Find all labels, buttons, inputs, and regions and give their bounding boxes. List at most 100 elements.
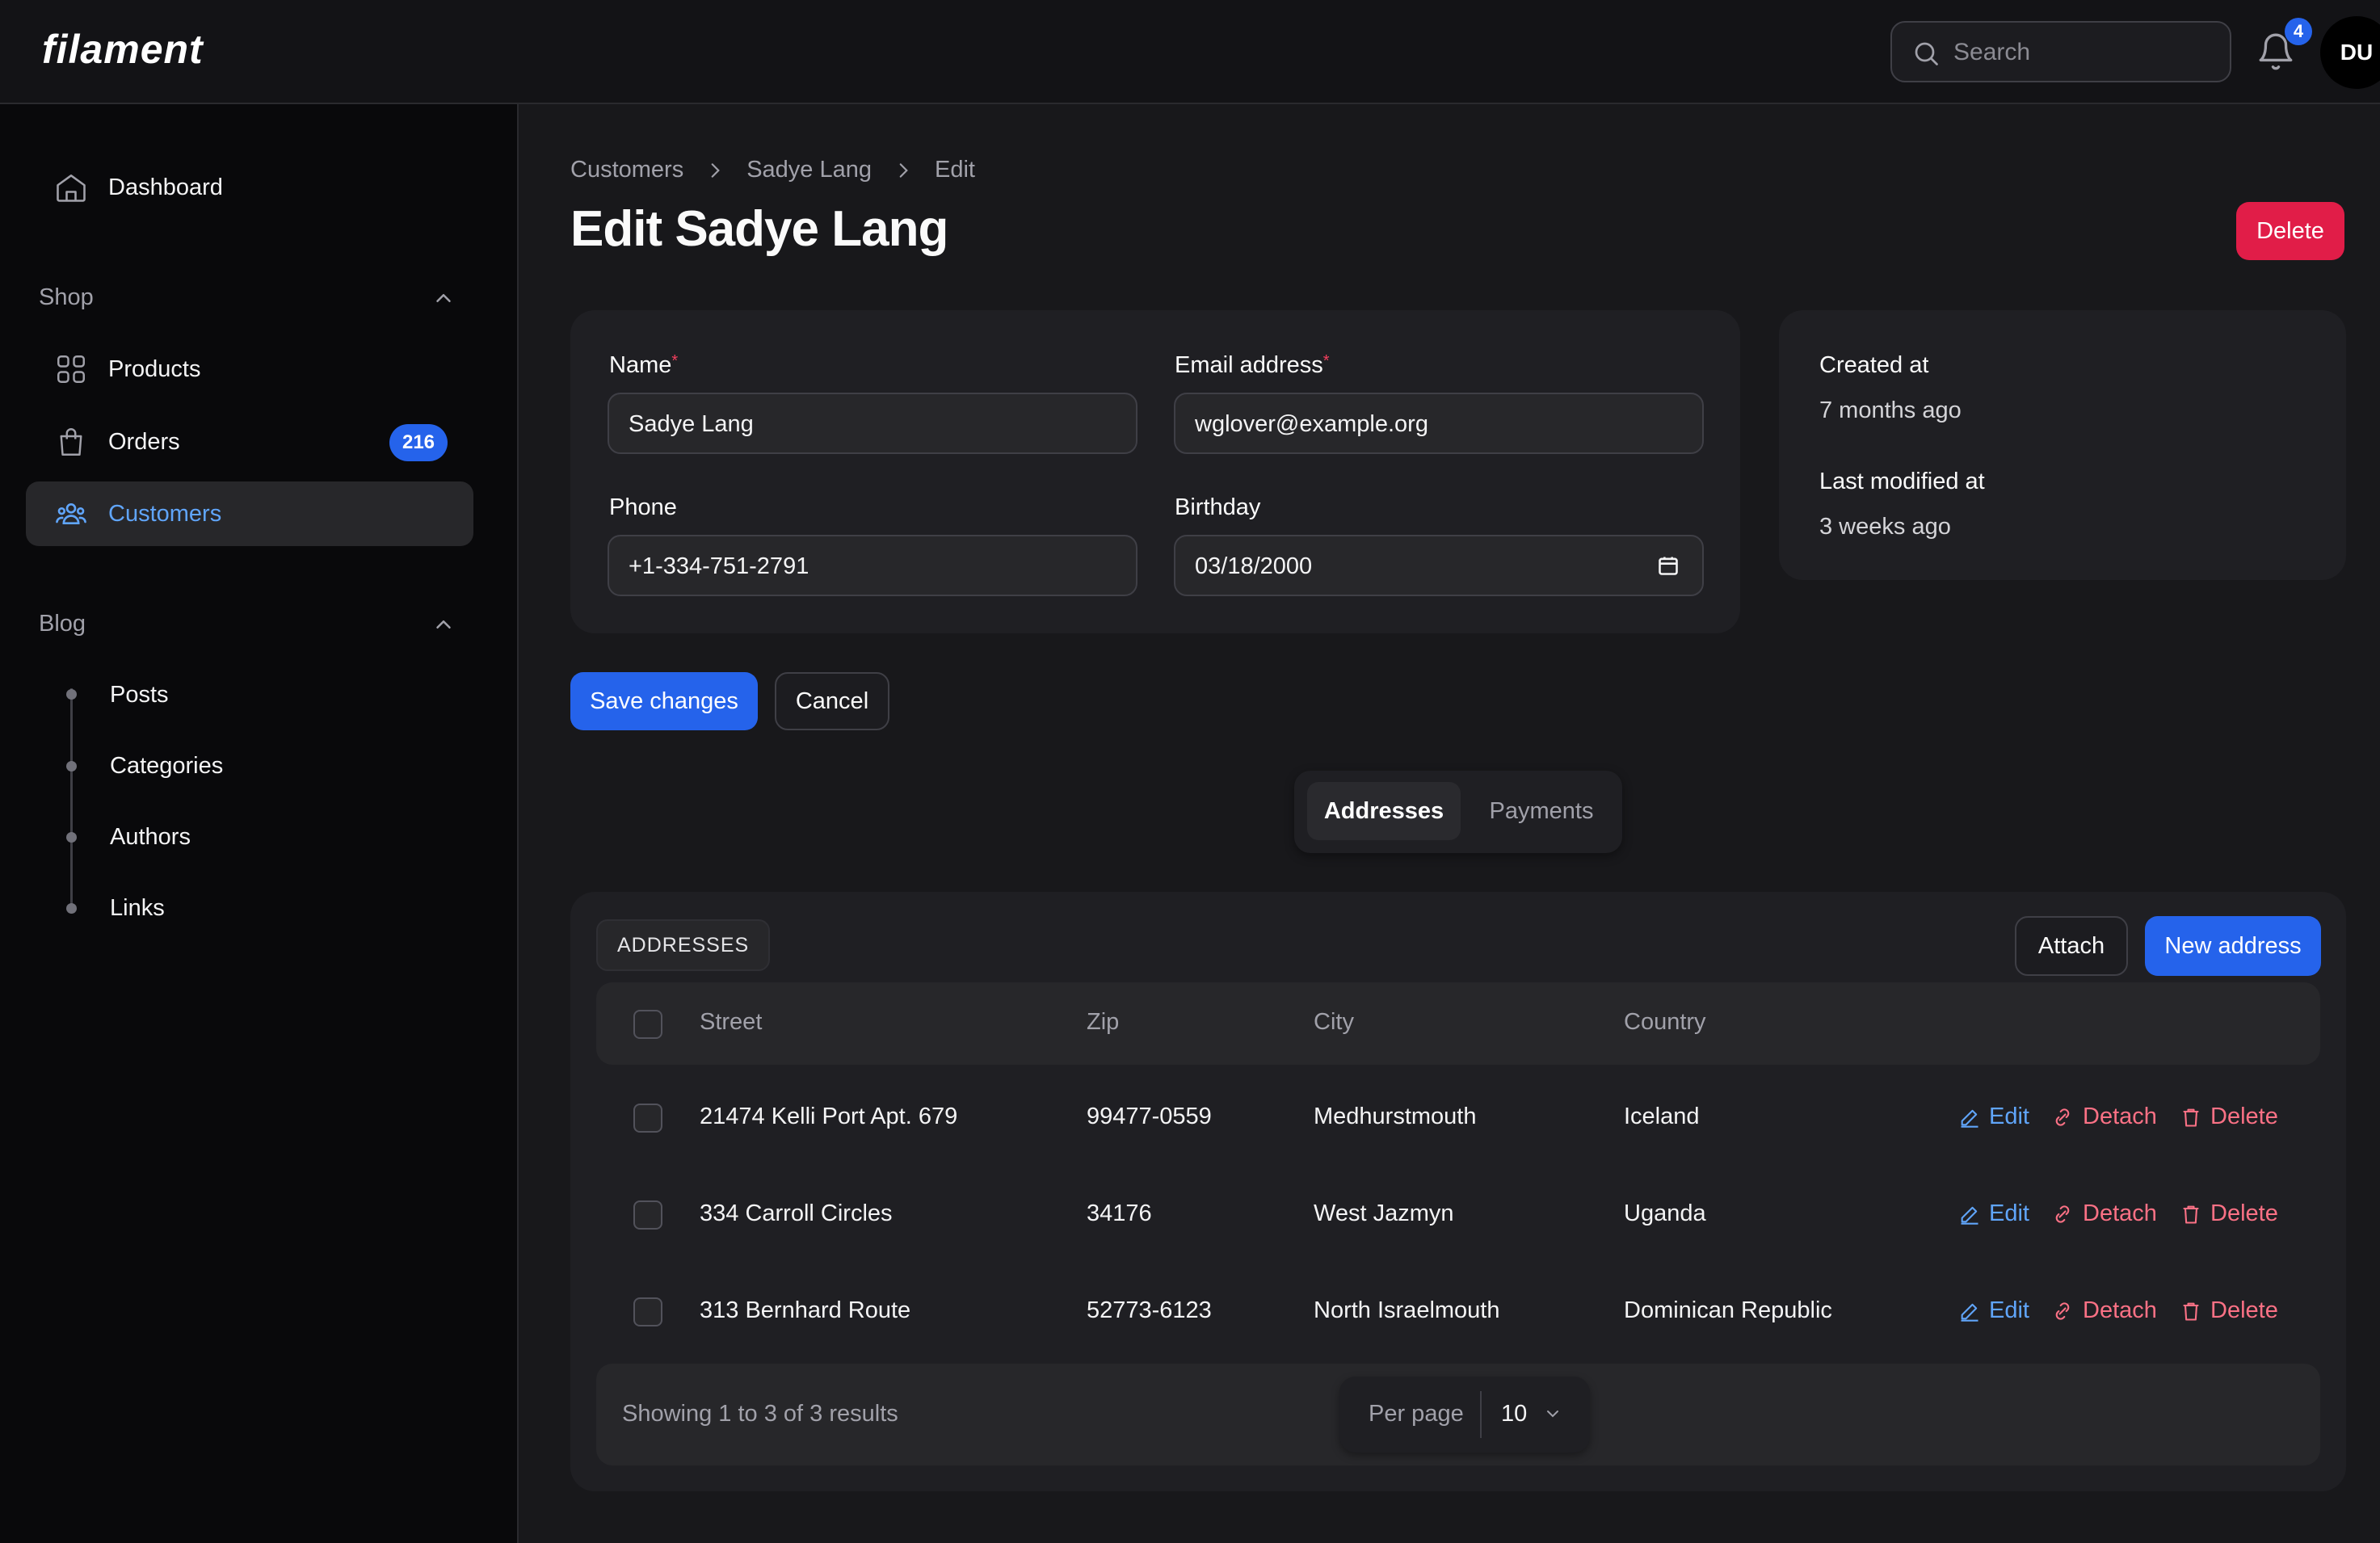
- sidebar-item-authors[interactable]: Authors: [110, 824, 191, 851]
- grid-icon: [52, 350, 90, 389]
- column-street[interactable]: Street: [700, 1009, 762, 1036]
- chevron-right-icon: [704, 160, 725, 181]
- modified-at-label: Last modified at: [1819, 469, 1985, 494]
- sidebar-item-dashboard[interactable]: Dashboard: [26, 155, 473, 220]
- phone-label: Phone: [609, 494, 677, 520]
- cell-zip: 52773-6123: [1087, 1297, 1212, 1323]
- pencil-icon: [1961, 1206, 1978, 1225]
- cell-country: Dominican Republic: [1624, 1297, 1832, 1323]
- trash-icon: [2183, 1302, 2199, 1321]
- divider: [1480, 1391, 1482, 1438]
- phone-field[interactable]: [608, 535, 1137, 596]
- row-edit-action[interactable]: Edit: [1958, 1104, 2029, 1130]
- users-icon: [52, 494, 90, 533]
- delete-button[interactable]: Delete: [2236, 202, 2344, 260]
- cell-street: 313 Bernhard Route: [700, 1297, 911, 1323]
- calendar-icon[interactable]: [1657, 554, 1680, 577]
- chevron-right-icon: [893, 160, 914, 181]
- cell-city: West Jazmyn: [1314, 1200, 1454, 1226]
- page-title: Edit Sadye Lang: [570, 201, 948, 257]
- row-delete-action[interactable]: Delete: [2180, 1297, 2278, 1324]
- chevron-down-icon[interactable]: [1543, 1404, 1562, 1423]
- email-label: Email address*: [1175, 352, 1330, 378]
- app-logo[interactable]: filament: [42, 26, 204, 73]
- save-changes-button[interactable]: Save changes: [570, 672, 758, 730]
- chevron-up-icon[interactable]: [431, 612, 456, 637]
- row-detach-action[interactable]: Detach: [2050, 1104, 2157, 1130]
- pencil-icon: [1961, 1109, 1978, 1128]
- trash-icon: [2183, 1108, 2199, 1127]
- per-page-value[interactable]: 10: [1501, 1401, 1527, 1427]
- birthday-field[interactable]: [1174, 535, 1704, 596]
- name-input[interactable]: [629, 404, 1074, 444]
- phone-input[interactable]: [629, 546, 1074, 587]
- attach-button[interactable]: Attach: [2015, 916, 2128, 976]
- sidebar-item-label: Products: [108, 355, 201, 382]
- table-header: [596, 982, 2320, 1065]
- row-edit-action[interactable]: Edit: [1958, 1297, 2029, 1324]
- tab-payments[interactable]: Payments: [1470, 782, 1613, 840]
- search-icon: [1915, 42, 1938, 65]
- sidebar-item-links[interactable]: Links: [110, 895, 165, 922]
- created-at-label: Created at: [1819, 352, 1929, 378]
- row-delete-action[interactable]: Delete: [2180, 1200, 2278, 1227]
- orders-count-badge: 216: [389, 424, 448, 461]
- cell-city: North Israelmouth: [1314, 1297, 1500, 1323]
- tree-dot: [66, 761, 77, 772]
- chevron-up-icon[interactable]: [431, 286, 456, 310]
- per-page-select[interactable]: Per page 10: [1339, 1377, 1590, 1453]
- top-bar: filament 4 DU: [0, 0, 2380, 104]
- row-checkbox[interactable]: [633, 1104, 662, 1133]
- name-field[interactable]: [608, 393, 1137, 454]
- row-edit-action[interactable]: Edit: [1958, 1200, 2029, 1227]
- shopping-bag-icon: [52, 423, 90, 461]
- unlink-icon: [2055, 1301, 2070, 1320]
- sidebar-item-label: Customers: [108, 500, 222, 527]
- cell-street: 334 Carroll Circles: [700, 1200, 893, 1226]
- email-field[interactable]: [1174, 393, 1704, 454]
- trash-icon: [2183, 1205, 2199, 1224]
- column-country[interactable]: Country: [1624, 1009, 1706, 1036]
- tree-line: [70, 688, 73, 910]
- sidebar-group-blog[interactable]: Blog: [39, 611, 86, 637]
- sidebar-item-products[interactable]: Products: [26, 337, 473, 402]
- row-delete-action[interactable]: Delete: [2180, 1104, 2278, 1130]
- breadcrumb-customer[interactable]: Sadye Lang: [746, 157, 872, 183]
- cell-street: 21474 Kelli Port Apt. 679: [700, 1104, 958, 1129]
- email-input[interactable]: [1195, 404, 1641, 444]
- addresses-heading: ADDRESSES: [596, 919, 771, 971]
- unlink-icon: [2055, 1205, 2070, 1223]
- tree-dot: [66, 689, 77, 700]
- unlink-icon: [2055, 1108, 2070, 1126]
- name-label: Name*: [609, 352, 679, 378]
- search-box[interactable]: [1890, 21, 2231, 82]
- sidebar-item-label: Orders: [108, 428, 180, 455]
- row-detach-action[interactable]: Detach: [2050, 1200, 2157, 1227]
- search-input[interactable]: [1953, 32, 2212, 73]
- cell-country: Uganda: [1624, 1200, 1706, 1226]
- cancel-button[interactable]: Cancel: [775, 672, 889, 730]
- breadcrumb: Customers Sadye Lang Edit: [570, 157, 975, 183]
- row-checkbox[interactable]: [633, 1297, 662, 1326]
- select-all-checkbox[interactable]: [633, 1010, 662, 1039]
- avatar[interactable]: DU: [2320, 16, 2380, 89]
- breadcrumb-customers[interactable]: Customers: [570, 157, 683, 183]
- sidebar-group-shop[interactable]: Shop: [39, 284, 94, 311]
- relation-tabs: Addresses Payments: [1294, 771, 1622, 853]
- column-city[interactable]: City: [1314, 1009, 1354, 1036]
- tab-addresses[interactable]: Addresses: [1307, 782, 1461, 840]
- tree-dot: [66, 903, 77, 914]
- sidebar-item-categories[interactable]: Categories: [110, 753, 223, 780]
- row-detach-action[interactable]: Detach: [2050, 1297, 2157, 1324]
- cell-country: Iceland: [1624, 1104, 1700, 1129]
- column-zip[interactable]: Zip: [1087, 1009, 1119, 1036]
- birthday-input[interactable]: [1195, 546, 1641, 587]
- sidebar-item-posts[interactable]: Posts: [110, 682, 169, 708]
- new-address-button[interactable]: New address: [2145, 916, 2321, 976]
- sidebar-item-customers[interactable]: Customers: [26, 481, 473, 546]
- per-page-label: Per page: [1369, 1401, 1464, 1427]
- home-icon: [52, 168, 90, 207]
- modified-at-value: 3 weeks ago: [1819, 514, 1951, 540]
- cell-zip: 34176: [1087, 1200, 1152, 1226]
- row-checkbox[interactable]: [633, 1200, 662, 1230]
